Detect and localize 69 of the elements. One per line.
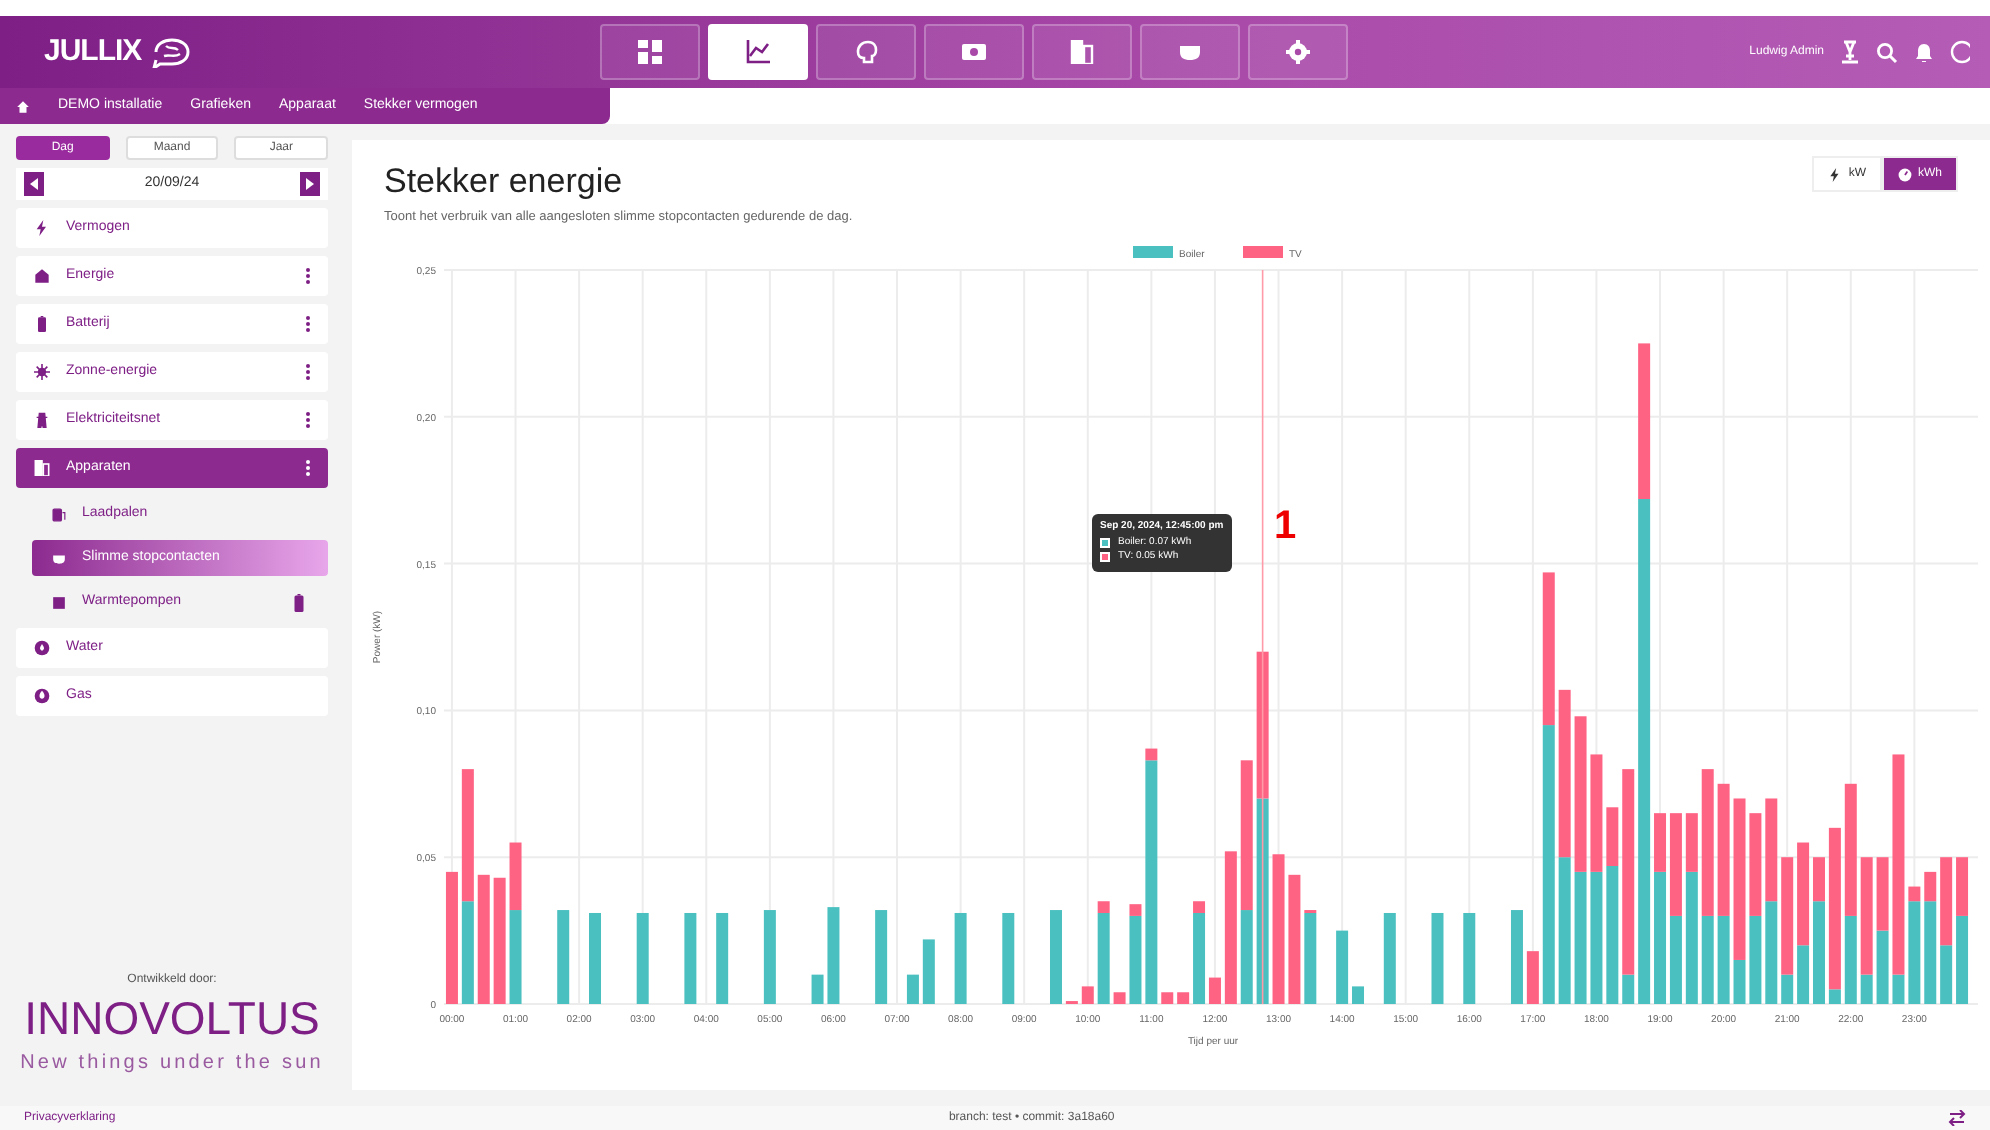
bar: [1431, 913, 1444, 1004]
sun-icon: [34, 364, 50, 380]
help-icon[interactable]: [1950, 40, 1970, 64]
bar: [589, 913, 601, 1004]
nav-tab[interactable]: [600, 24, 700, 80]
brand-logo-text: INNOVOLTUS: [24, 990, 320, 1048]
bar: [445, 871, 458, 1004]
bar: [1177, 992, 1190, 1004]
bar: [922, 939, 935, 1004]
logo-text: JULLIX: [44, 31, 142, 72]
bar: [1510, 910, 1523, 1004]
bar: [1288, 874, 1301, 1004]
bar: [1526, 951, 1539, 1004]
bar: [763, 910, 776, 1004]
bar: [1352, 986, 1364, 1004]
brain-logo-icon: [149, 36, 194, 68]
tower-icon[interactable]: [1840, 40, 1860, 64]
devices-icon: [1070, 40, 1094, 64]
bar: [1383, 913, 1396, 1004]
next-button[interactable]: [300, 172, 320, 196]
bar: [716, 913, 729, 1004]
bar: [684, 913, 697, 1004]
charger-icon: [52, 507, 66, 521]
previous-button[interactable]: [24, 172, 44, 196]
flame-icon: [34, 688, 50, 704]
dashboard-icon: [638, 40, 662, 64]
bar: [477, 874, 490, 1004]
bolt-icon: [34, 220, 50, 236]
bar: [1050, 910, 1062, 1004]
bar: [906, 974, 919, 1004]
banknote-icon: [962, 40, 986, 64]
settings-icon: [1286, 40, 1310, 64]
bar: [636, 913, 649, 1004]
card-title: Stekker energie: [384, 160, 625, 204]
battery-icon: [34, 316, 50, 332]
bar: [493, 877, 506, 1004]
swap-icon[interactable]: [1948, 1110, 1966, 1126]
bar: [827, 907, 840, 1004]
bar: [1161, 992, 1174, 1004]
nav-tab[interactable]: [924, 24, 1024, 80]
pylon-icon: [34, 412, 50, 428]
bar: [1463, 913, 1476, 1004]
devices-icon: [34, 460, 50, 476]
bar: [875, 910, 888, 1004]
annotation-number: 1: [1274, 502, 1297, 552]
brand-tagline: New things under the sun: [18, 1050, 326, 1078]
home-icon[interactable]: [16, 99, 30, 113]
search-icon[interactable]: [1876, 41, 1898, 63]
nav-tab[interactable]: [1032, 24, 1132, 80]
bar: [1113, 992, 1126, 1004]
bar: [1081, 986, 1094, 1004]
gauge-icon: [1898, 167, 1912, 181]
line-chart-icon: [746, 40, 770, 64]
bar: [557, 910, 570, 1004]
square-icon: [52, 595, 66, 609]
left-triangle-icon: [30, 178, 38, 190]
nav-tab[interactable]: [816, 24, 916, 80]
bolt-icon: [1828, 167, 1843, 181]
house-icon: [34, 268, 50, 284]
nav-tab[interactable]: [1248, 24, 1348, 80]
bar: [1002, 913, 1015, 1004]
bar: [811, 974, 824, 1004]
bar: [954, 913, 967, 1004]
bell-icon[interactable]: [1914, 41, 1934, 63]
nav-tab[interactable]: [1140, 24, 1240, 80]
drop-icon: [34, 640, 50, 656]
bar: [1336, 930, 1349, 1004]
right-triangle-icon: [306, 178, 314, 190]
nav-tab[interactable]: [708, 24, 808, 80]
